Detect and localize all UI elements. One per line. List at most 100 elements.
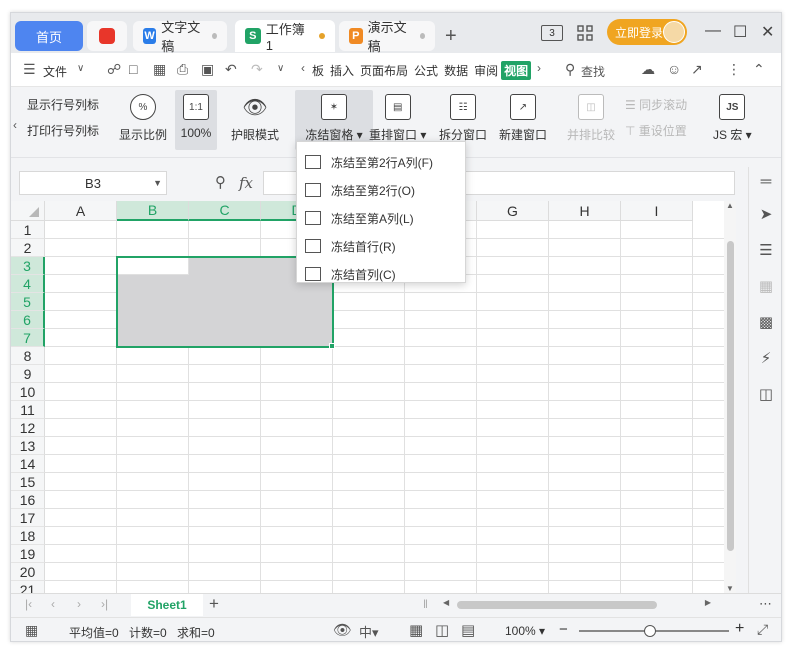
new-file-icon[interactable]: ☍ <box>107 61 121 78</box>
fx-icon[interactable]: fx <box>239 174 253 192</box>
tab-document[interactable]: W 文字文稿 <box>133 20 227 54</box>
tab-workbook[interactable]: S 工作簿1 <box>235 20 335 53</box>
freeze-menu-item[interactable]: 冻结首列(C) <box>297 260 465 288</box>
eye-protect-status-icon[interactable]: 👁 <box>333 621 352 639</box>
login-button[interactable]: 立即登录 <box>607 19 687 45</box>
tab-start[interactable]: 板 <box>309 62 327 79</box>
last-sheet-icon[interactable]: ›| <box>101 597 108 611</box>
column-header-a[interactable]: A <box>45 201 117 221</box>
row-header-11[interactable]: 11 <box>11 401 45 419</box>
chevron-down-icon[interactable]: ▼ <box>153 178 162 188</box>
input-method-icon[interactable]: 中▾ <box>359 622 379 641</box>
tab-count-icon[interactable]: 3 <box>541 21 563 45</box>
minimize-icon[interactable]: — <box>705 22 721 40</box>
hamburger-icon[interactable]: ☰ <box>23 61 36 78</box>
page-layout-view-icon[interactable]: ◫ <box>435 621 449 639</box>
row-header-8[interactable]: 8 <box>11 347 45 365</box>
new-tab-button[interactable]: + <box>445 25 457 48</box>
apps-grid-icon[interactable] <box>577 21 593 45</box>
tab-home[interactable]: 首页 <box>15 21 83 51</box>
more-options-icon[interactable]: ⋮ <box>727 61 741 78</box>
scroll-left-icon[interactable]: ‹ <box>301 61 305 75</box>
column-header-h[interactable]: H <box>549 201 621 221</box>
select-all-corner[interactable] <box>11 201 45 221</box>
row-header-6[interactable]: 6 <box>11 311 45 329</box>
row-header-15[interactable]: 15 <box>11 473 45 491</box>
maximize-icon[interactable]: ☐ <box>733 22 747 42</box>
scroll-left-icon[interactable]: ◀ <box>443 598 449 607</box>
column-header-c[interactable]: C <box>189 201 261 221</box>
row-header-18[interactable]: 18 <box>11 527 45 545</box>
tab-pdf[interactable] <box>87 21 127 51</box>
panel-collapse-icon[interactable]: ═ <box>757 173 775 191</box>
h-scroll-thumb[interactable] <box>457 601 657 609</box>
zoom-in-icon[interactable]: + <box>735 620 744 638</box>
vertical-scrollbar[interactable]: ▲ ▼ <box>724 201 736 593</box>
page-break-view-icon[interactable]: ▤ <box>461 621 475 639</box>
print-row-col-headers[interactable]: 打印行号列标 <box>27 122 99 139</box>
row-header-14[interactable]: 14 <box>11 455 45 473</box>
row-header-13[interactable]: 13 <box>11 437 45 455</box>
close-icon[interactable]: ✕ <box>761 22 774 42</box>
share-icon[interactable]: ↗ <box>691 61 703 78</box>
fill-handle[interactable] <box>329 343 335 349</box>
add-sheet-button[interactable]: + <box>209 594 219 614</box>
new-window-button[interactable]: ↗ 新建窗口 <box>499 94 547 143</box>
normal-view-icon[interactable]: ▦ <box>409 621 423 639</box>
zoom-slider-handle[interactable] <box>644 625 656 637</box>
rearrange-windows-button[interactable]: ▤ 重排窗口 ▾ <box>369 94 426 143</box>
reset-position-button[interactable]: ⊤ 重设位置 <box>625 122 687 139</box>
cursor-icon[interactable]: ➤ <box>757 205 775 223</box>
row-header-17[interactable]: 17 <box>11 509 45 527</box>
row-header-21[interactable]: 21 <box>11 581 45 593</box>
row-header-12[interactable]: 12 <box>11 419 45 437</box>
lightning-icon[interactable]: ⚡ <box>757 349 775 367</box>
column-header-b[interactable]: B <box>117 201 189 221</box>
eye-protect-button[interactable]: 👁 护眼模式 <box>231 94 279 143</box>
collaborate-icon[interactable]: ☺ <box>667 61 681 77</box>
sliders-icon[interactable]: ☰ <box>757 241 775 259</box>
prev-sheet-icon[interactable]: ‹ <box>51 597 55 611</box>
horizontal-scrollbar[interactable]: ◀ ▶ <box>441 598 713 612</box>
row-header-3[interactable]: 3 <box>11 257 45 275</box>
tab-insert[interactable]: 插入 <box>327 62 357 79</box>
sync-scroll-button[interactable]: ☰ 同步滚动 <box>625 96 687 113</box>
tab-presentation[interactable]: P 演示文稿 <box>339 20 435 54</box>
print-preview-icon[interactable]: ▣ <box>201 61 214 78</box>
freeze-menu-item[interactable]: 冻结至第A列(L) <box>297 204 465 232</box>
js-macro-button[interactable]: JS JS 宏 ▾ <box>713 94 752 143</box>
tab-view[interactable]: 视图 <box>501 60 532 80</box>
side-by-side-button[interactable]: ◫ 并排比较 <box>567 94 615 143</box>
row-header-2[interactable]: 2 <box>11 239 45 257</box>
row-header-5[interactable]: 5 <box>11 293 45 311</box>
zoom-ratio-button[interactable]: % 显示比例 <box>119 94 167 143</box>
tab-formula[interactable]: 公式 <box>411 62 441 79</box>
zoom-formula-icon[interactable]: ⚲ <box>215 173 226 191</box>
row-header-7[interactable]: 7 <box>11 329 45 347</box>
freeze-menu-item[interactable]: 冻结首行(R) <box>297 232 465 260</box>
tab-review[interactable]: 审阅 <box>471 62 501 79</box>
row-header-20[interactable]: 20 <box>11 563 45 581</box>
cloud-sync-icon[interactable]: ☁ <box>641 61 655 78</box>
first-sheet-icon[interactable]: |‹ <box>25 597 32 611</box>
export-pdf-icon[interactable]: ▦ <box>153 61 166 78</box>
book-search-icon[interactable]: ◫ <box>757 385 775 403</box>
tab-data[interactable]: 数据 <box>441 62 471 79</box>
save-icon[interactable]: □ <box>129 61 137 77</box>
table-tools-icon[interactable]: ▦ <box>757 277 775 295</box>
style-gallery-icon[interactable]: ▩ <box>757 313 775 331</box>
column-header-g[interactable]: G <box>477 201 549 221</box>
more-icon[interactable]: ⋯ <box>759 596 772 612</box>
undo-icon[interactable]: ↶ <box>225 61 237 78</box>
freeze-menu-item[interactable]: 冻结至第2行A列(F) <box>297 148 465 176</box>
row-header-1[interactable]: 1 <box>11 221 45 239</box>
splitter-handle[interactable]: ‖ <box>423 597 428 611</box>
show-row-col-headers[interactable]: 显示行号列标 <box>27 96 99 113</box>
scroll-right-icon[interactable]: ▶ <box>705 598 711 607</box>
row-header-4[interactable]: 4 <box>11 275 45 293</box>
scroll-up-icon[interactable]: ▲ <box>726 201 734 210</box>
name-box[interactable]: B3 ▼ <box>19 171 167 195</box>
tab-page-layout[interactable]: 页面布局 <box>357 62 411 79</box>
scroll-down-icon[interactable]: ▼ <box>726 584 734 593</box>
scroll-right-icon[interactable]: › <box>537 61 541 75</box>
